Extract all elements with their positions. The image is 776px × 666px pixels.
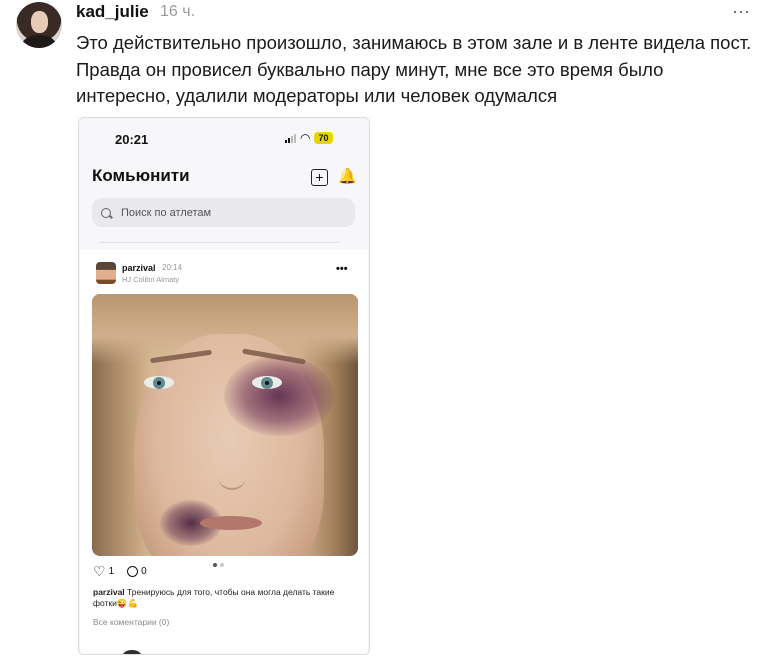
attached-screenshot[interactable]: 20:21 ◠ 70 Комьюнити + 🔔 parzival 20:14 … xyxy=(78,117,370,655)
post-avatar[interactable] xyxy=(96,262,116,284)
post-caption: parzival Тренируюсь для того, чтобы она … xyxy=(93,587,353,609)
avatar-face xyxy=(31,11,48,33)
commenter-avatar[interactable] xyxy=(16,2,62,48)
all-comments-link[interactable]: Все коментарии (0) xyxy=(93,617,169,627)
status-bar-time: 20:21 xyxy=(115,132,149,147)
feed-divider xyxy=(99,238,339,243)
comment-more-icon[interactable]: ⋯ xyxy=(732,2,751,23)
add-post-icon[interactable]: + xyxy=(311,169,328,186)
like-count: 1 xyxy=(108,566,115,577)
signal-icon xyxy=(285,133,296,143)
comment-line: интересно, удалили модераторы или челове… xyxy=(76,85,558,106)
carousel-dot xyxy=(213,563,217,567)
post-card: parzival 20:14 HJ Colibri Almaty ••• ♡ 1… xyxy=(80,250,368,654)
photo-mouth xyxy=(200,516,262,530)
post-location: HJ Colibri Almaty xyxy=(122,275,180,284)
caption-username[interactable]: parzival xyxy=(93,587,125,597)
caption-text: Тренируюсь для того, чтобы она могла дел… xyxy=(93,587,335,608)
photo-eye-bruise xyxy=(224,356,334,436)
post-more-icon[interactable]: ••• xyxy=(336,263,348,275)
search-input[interactable] xyxy=(119,205,343,220)
carousel-dot xyxy=(220,563,224,567)
post-username[interactable]: parzival xyxy=(122,263,156,273)
comment-icon[interactable] xyxy=(127,566,139,577)
comment-line: Правда он провисел буквально пару минут,… xyxy=(76,58,664,80)
comment-time: 16 ч. xyxy=(160,3,196,20)
search-bar[interactable] xyxy=(92,198,355,227)
post-actions: ♡ 1 0 xyxy=(93,563,147,580)
comment-text: Это действительно произошло, занимаюсь в… xyxy=(76,30,766,110)
search-icon xyxy=(101,207,111,218)
post-time: 20:14 xyxy=(162,263,183,272)
page-title: Комьюнити xyxy=(92,166,190,185)
post-photo[interactable] xyxy=(92,294,358,556)
photo-eye-right xyxy=(252,376,282,389)
comment-author[interactable]: kad_julie xyxy=(76,2,149,22)
battery-icon: 70 xyxy=(314,132,333,144)
bell-icon[interactable]: 🔔 xyxy=(338,167,357,185)
wifi-icon: ◠ xyxy=(300,131,311,145)
comment-line: Это действительно произошло, занимаюсь в… xyxy=(76,32,752,53)
status-bar-icons: ◠ 70 xyxy=(285,131,333,145)
avatar-shoulders xyxy=(22,35,56,48)
comment-count: 0 xyxy=(141,566,147,577)
photo-eye-left xyxy=(144,376,174,389)
photo-nose xyxy=(218,464,246,490)
like-icon[interactable]: ♡ xyxy=(93,563,106,580)
carousel-dots xyxy=(213,563,224,567)
